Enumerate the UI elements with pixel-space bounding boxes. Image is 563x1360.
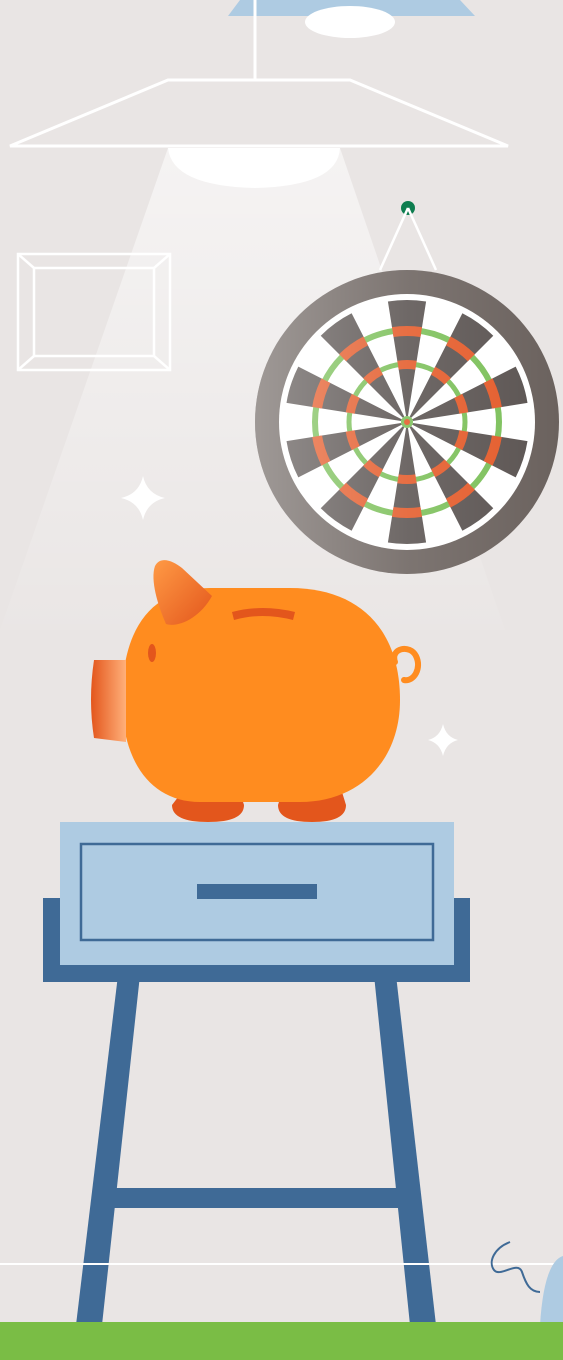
illustration-canvas [0,0,563,1360]
drawer-handle [197,884,317,899]
floor [0,1322,563,1360]
illustration-scene [0,0,563,1360]
